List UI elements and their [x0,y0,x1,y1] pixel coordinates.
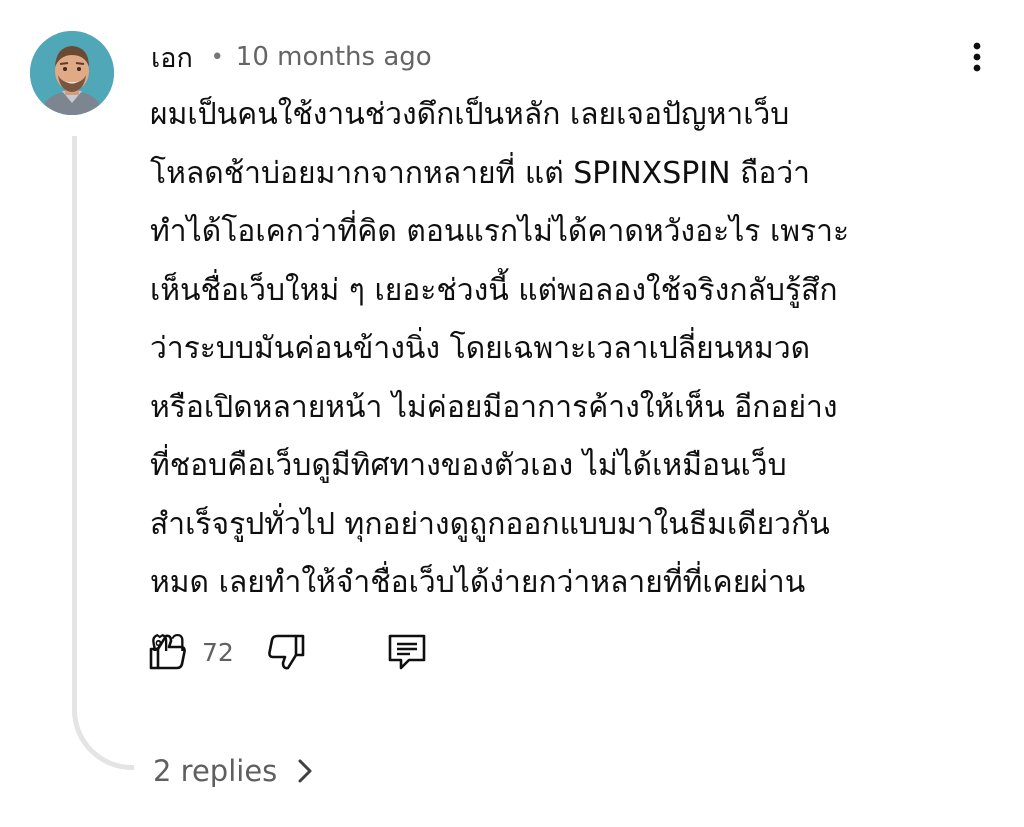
author-name[interactable]: เอก [151,36,193,79]
reply-button[interactable] [386,632,428,672]
timestamp[interactable]: 10 months ago [236,42,432,72]
avatar-photo [30,31,114,115]
like-count: 72 [202,637,234,667]
comment-header: เอก • 10 months ago [151,38,432,76]
more-options-button[interactable] [960,38,994,76]
comment-text: ผมเป็นคนใช้งานช่วงดึกเป็นหลัก เลยเจอปัญห… [150,97,850,659]
comment-card: เอก • 10 months ago ผมเป็นคนใช้งานช่วงดึ… [0,0,1024,827]
dislike-button[interactable] [266,632,306,672]
thumb-down-icon [268,634,305,670]
comment-icon [388,634,426,670]
thumb-up-icon [149,634,186,670]
replies-label: 2 replies [153,754,278,788]
more-vert-icon [973,42,981,72]
avatar[interactable] [30,31,114,115]
separator-dot: • [210,44,224,70]
comment-actions: 72 [148,627,428,677]
chevron-right-icon [297,758,313,784]
like-button[interactable] [148,632,188,672]
thread-line [72,136,134,770]
view-replies-button[interactable]: 2 replies [153,748,313,794]
